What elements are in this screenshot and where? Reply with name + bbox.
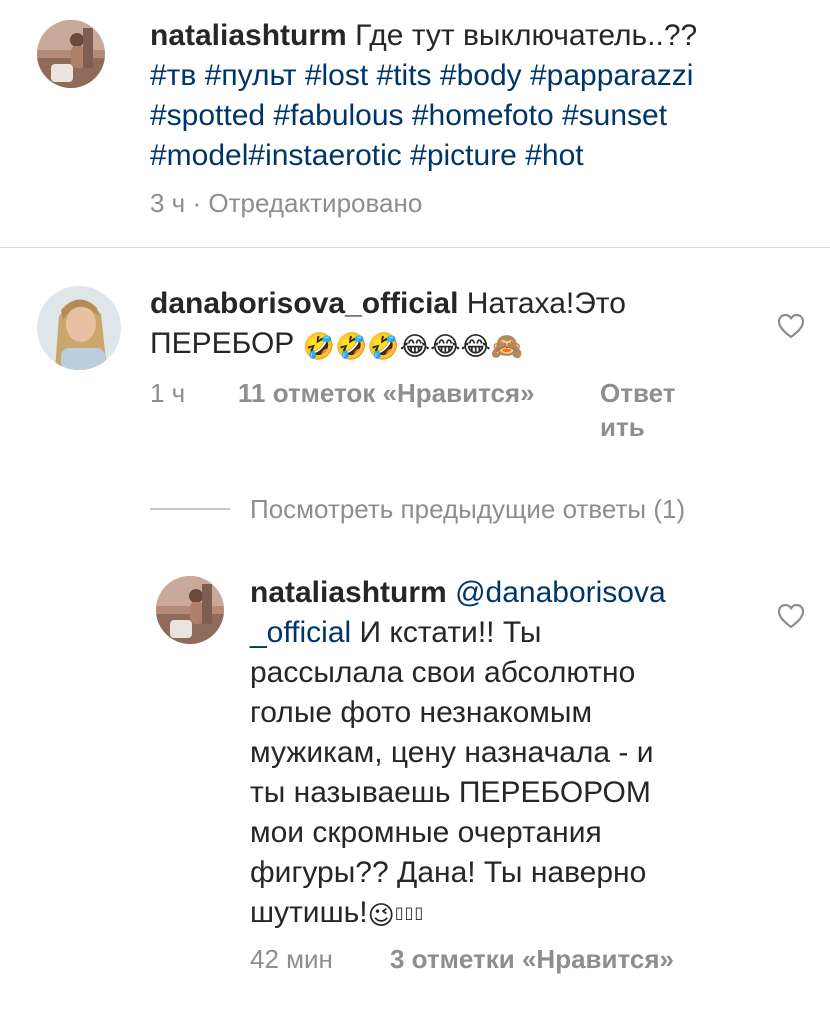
mention-link[interactable]: _official [250,616,351,649]
heart-outline-icon[interactable] [776,602,806,630]
avatar-photo [156,576,224,644]
avatar-photo [37,20,105,88]
reply-likes-count[interactable]: 3 отметки «Нравится» [390,942,674,976]
heart-outline-icon[interactable] [776,312,806,340]
likes-label[interactable]: 11 отметок «Нравится» [238,378,535,408]
comment-time: 1 ч [150,378,186,408]
likes-label[interactable]: 3 отметки «Нравится» [390,944,674,974]
reply-label[interactable]: Ответ [600,376,690,410]
mention-link[interactable]: @danaborisova [455,576,666,609]
comment-text: ПЕРЕБОР [150,327,295,360]
comment-body: danaborisova_official Натаха!Это ПЕРЕБОР… [150,284,750,364]
meta-separator: · [192,188,202,218]
reply-text: И кстати!! Ты [359,616,542,649]
comment-username[interactable]: danaborisova_official [150,287,458,320]
post-caption: nataliashturm Где тут выключатель..?? #т… [150,16,800,176]
comment-text: Натаха!Это [466,287,626,320]
reply-body: nataliashturm @danaborisova _official И … [250,573,750,933]
hashtags-line[interactable]: #model#instaerotic #picture #hot [150,136,800,176]
reply-text: шутишь! [250,896,368,929]
post-username[interactable]: nataliashturm [150,19,347,52]
caption-divider [0,247,830,248]
hashtags-line[interactable]: #spotted #fabulous #homefoto #sunset [150,96,800,136]
avatar-photo [37,286,121,370]
reply-button[interactable]: Ответ ить [600,376,690,444]
reply-text: голые фото незнакомым [250,696,593,729]
post-time: 3 ч [150,188,186,218]
reply-text: мужикам, цену назначала - и [250,736,654,769]
reply-username[interactable]: nataliashturm [250,576,447,609]
thread-line [150,508,230,510]
wink-emoji: 😉 [367,901,395,931]
reply-text: рассылала свои абсолютно [250,656,636,689]
comment-likes-count[interactable]: 11 отметок «Нравится» [238,376,535,410]
missing-glyphs: ▯▯▯ [394,903,425,922]
reply-text: фигуры?? Дана! Ты наверно [250,856,647,889]
caption-text: Где тут выключатель..?? [355,19,698,52]
hashtags-line[interactable]: #тв #пульт #lost #tits #body #papparazzi [150,56,800,96]
reply-time: 42 мин [250,944,333,974]
view-previous-replies[interactable]: Посмотреть предыдущие ответы (1) [250,492,685,526]
comment-emoji: 🤣🤣🤣😂😂😂🙈 [302,332,524,362]
reply-text: ты называешь ПЕРЕБОРОМ [250,776,651,809]
avatar-nataliashturm[interactable] [37,20,105,88]
avatar-danaborisova[interactable] [37,286,121,370]
post-meta: 3 ч · Отредактировано [150,186,422,220]
reply-text: мои скромные очертания [250,816,602,849]
reply-label[interactable]: ить [600,410,690,444]
edited-label: Отредактировано [208,188,423,218]
avatar-nataliashturm-reply[interactable] [156,576,224,644]
